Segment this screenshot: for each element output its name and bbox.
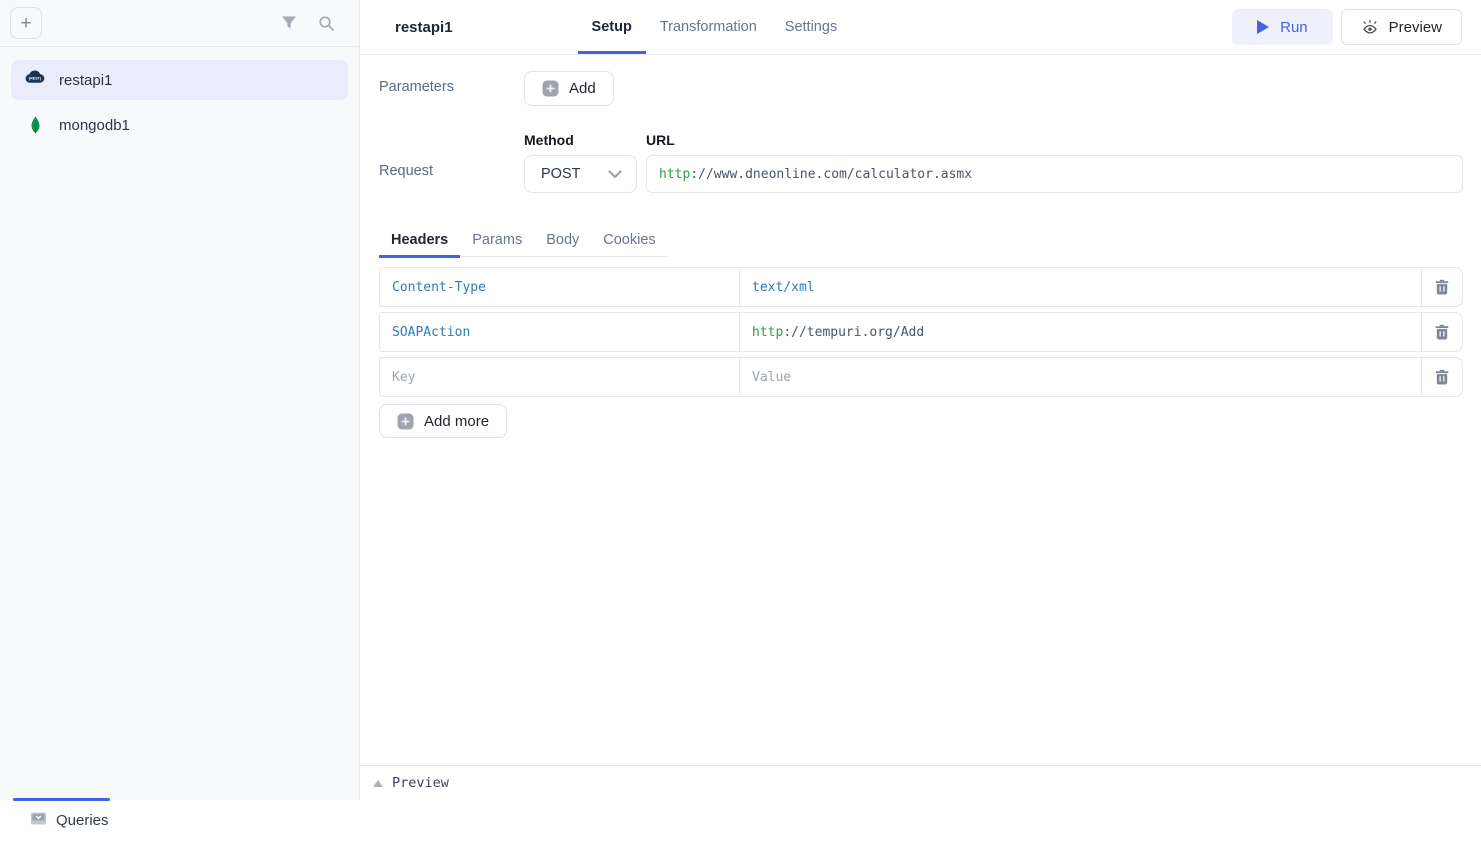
preview-button[interactable]: Preview [1341, 9, 1462, 45]
tab-settings[interactable]: Settings [771, 0, 851, 54]
play-icon [1257, 20, 1269, 34]
header-value-scheme-text: http [752, 325, 783, 340]
url-rest-text: ://www.dneonline.com/calculator.asmx [690, 167, 972, 182]
header-value-rest-text: ://tempuri.org/Add [783, 325, 924, 340]
sidebar-bottom-bar: Queries [0, 800, 360, 841]
sidebar-item-restapi1[interactable]: {REST} restapi1 [11, 60, 348, 100]
svg-text:{REST}: {REST} [29, 76, 42, 80]
run-button[interactable]: Run [1232, 9, 1333, 45]
queries-tab-active-indicator [13, 798, 110, 801]
mongodb-icon [25, 116, 45, 135]
collapse-up-icon [373, 780, 383, 787]
method-field-group: Method POST [524, 132, 637, 193]
entity-label: restapi1 [59, 72, 112, 89]
parameters-section: Parameters Add [379, 71, 1463, 106]
header-key-placeholder: Key [392, 370, 415, 385]
eye-icon [1361, 19, 1379, 35]
delete-row-button[interactable] [1421, 267, 1463, 307]
trash-icon [1435, 324, 1449, 340]
parameters-label: Parameters [379, 71, 524, 106]
tab-headers[interactable]: Headers [379, 225, 460, 258]
header-key-field[interactable]: SOAPAction [379, 312, 740, 352]
header-key-text: SOAPAction [392, 325, 470, 340]
header-value-text: text/xml [752, 280, 815, 295]
queries-icon [30, 810, 47, 832]
sidebar-item-mongodb1[interactable]: mongodb1 [11, 105, 348, 145]
plus-square-icon [542, 80, 559, 97]
header-row-2: SOAPAction http://tempuri.org/Add [379, 312, 1463, 352]
query-editor-body: Parameters Add Request Method POST [360, 55, 1481, 765]
header-value-placeholder: Value [752, 370, 791, 385]
tab-transformation[interactable]: Transformation [646, 0, 771, 54]
headers-table: Content-Type text/xml SOAPAction [379, 267, 1463, 438]
header-tabs: Setup Transformation Settings [578, 0, 852, 54]
url-field-group: URL http://www.dneonline.com/calculator.… [646, 132, 1463, 193]
query-title: restapi1 [395, 19, 453, 36]
add-entity-button[interactable]: + [10, 7, 42, 39]
bottom-spacer [360, 800, 1481, 841]
header-row-3: Key Value [379, 357, 1463, 397]
add-more-label: Add more [424, 413, 489, 430]
url-label: URL [646, 132, 1463, 148]
run-button-label: Run [1280, 19, 1308, 36]
entity-sidebar: + {REST} restapi1 [0, 0, 360, 841]
preview-button-label: Preview [1389, 19, 1442, 36]
header-key-field[interactable]: Key [379, 357, 740, 397]
header-actions: Run Preview [1232, 0, 1462, 54]
header-key-field[interactable]: Content-Type [379, 267, 740, 307]
url-scheme-text: http [659, 167, 690, 182]
url-input[interactable]: http://www.dneonline.com/calculator.asmx [646, 155, 1463, 193]
search-icon[interactable] [318, 15, 335, 32]
response-preview-toggle[interactable]: Preview [360, 765, 1481, 800]
add-parameter-button[interactable]: Add [524, 71, 614, 106]
add-parameter-label: Add [569, 80, 596, 97]
request-config-tabs: Headers Params Body Cookies [379, 225, 668, 257]
main-panel: restapi1 Setup Transformation Settings R… [360, 0, 1481, 841]
method-label: Method [524, 132, 637, 148]
request-section: Request Method POST URL [379, 132, 1463, 193]
entity-label: mongodb1 [59, 117, 130, 134]
method-select[interactable]: POST [524, 155, 637, 193]
request-fields: Method POST URL http://www.dneonline.com… [524, 132, 1463, 193]
header-row-1: Content-Type text/xml [379, 267, 1463, 307]
queries-tab-label[interactable]: Queries [56, 812, 109, 829]
delete-row-button[interactable] [1421, 312, 1463, 352]
method-value: POST [541, 166, 580, 182]
sidebar-main: + {REST} restapi1 [0, 0, 360, 800]
header-value-field[interactable]: http://tempuri.org/Add [739, 312, 1422, 352]
filter-icon[interactable] [281, 15, 297, 31]
tab-setup[interactable]: Setup [578, 0, 646, 54]
trash-icon [1435, 369, 1449, 385]
main-header: restapi1 Setup Transformation Settings R… [360, 0, 1481, 55]
rest-api-icon: {REST} [25, 70, 45, 90]
sidebar-header: + [0, 0, 359, 47]
add-more-button[interactable]: Add more [379, 404, 507, 438]
plus-square-icon [397, 413, 414, 430]
request-label: Request [379, 132, 524, 193]
chevron-down-icon [608, 170, 622, 179]
header-key-text: Content-Type [392, 280, 486, 295]
app-window: + {REST} restapi1 [0, 0, 1481, 841]
entity-list: {REST} restapi1 mongodb1 [0, 47, 359, 163]
response-preview-label: Preview [392, 775, 449, 791]
header-value-field[interactable]: text/xml [739, 267, 1422, 307]
tab-body[interactable]: Body [534, 225, 591, 258]
delete-row-button[interactable] [1421, 357, 1463, 397]
sidebar-header-icons [281, 15, 335, 32]
tab-cookies[interactable]: Cookies [591, 225, 667, 258]
header-value-field[interactable]: Value [739, 357, 1422, 397]
trash-icon [1435, 279, 1449, 295]
tab-params[interactable]: Params [460, 225, 534, 258]
